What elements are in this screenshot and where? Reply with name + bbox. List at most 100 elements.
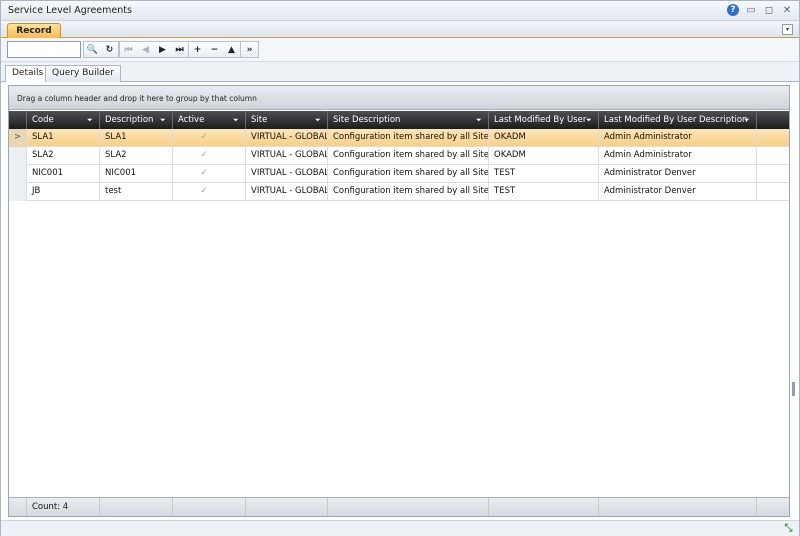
row-indicator[interactable] xyxy=(9,147,27,165)
window: Service Level Agreements ? ▭ ◻ ✕ Record … xyxy=(0,0,800,536)
grid-header-row: Code ⏷ Description ⏷ Active ⏷ Site ⏷ Sit… xyxy=(9,111,789,129)
table-row[interactable]: JB test ✓ VIRTUAL - GLOBAL Configuration… xyxy=(9,183,789,201)
cell-last-modified-by-user[interactable]: TEST xyxy=(489,165,599,183)
column-header-last-modified-by-user-description[interactable]: Last Modified By User Description ⏷ xyxy=(599,111,757,129)
active-checkbox[interactable]: ✓ xyxy=(199,186,209,196)
row-indicator[interactable]: > xyxy=(9,129,27,147)
move-up-icon[interactable]: ▲ xyxy=(223,42,240,57)
cell-last-modified-by-user[interactable]: TEST xyxy=(489,183,599,201)
restore-icon[interactable]: ◻ xyxy=(763,4,775,16)
filter-icon[interactable]: ⏷ xyxy=(315,116,322,124)
tab-details[interactable]: Details xyxy=(5,65,51,83)
cell-active[interactable]: ✓ xyxy=(173,147,246,165)
cell-description[interactable]: SLA2 xyxy=(100,147,173,165)
filter-icon[interactable]: ⏷ xyxy=(87,116,94,124)
column-header-code[interactable]: Code ⏷ xyxy=(27,111,100,129)
cell-site[interactable]: VIRTUAL - GLOBAL xyxy=(246,165,328,183)
cell-site-description[interactable]: Configuration item shared by all Sites. xyxy=(328,129,489,147)
cell-site-description[interactable]: Configuration item shared by all Sites. xyxy=(328,183,489,201)
footer-indicator-cell xyxy=(9,498,27,516)
ribbon-bar: Record ▾ xyxy=(1,21,799,39)
add-record-icon[interactable]: + xyxy=(189,42,206,57)
ribbon-tab-record[interactable]: Record xyxy=(7,23,61,39)
column-header-site-description[interactable]: Site Description ⏷ xyxy=(328,111,489,129)
active-checkbox[interactable]: ✓ xyxy=(199,150,209,160)
first-record-icon[interactable]: ⏮ xyxy=(120,42,137,57)
search-input[interactable] xyxy=(7,41,81,58)
help-icon[interactable]: ? xyxy=(727,4,739,16)
footer-cell xyxy=(599,498,757,516)
filler-header xyxy=(757,111,789,129)
cell-active[interactable]: ✓ xyxy=(173,165,246,183)
row-indicator-header xyxy=(9,111,27,129)
footer-cell xyxy=(246,498,328,516)
footer-cell xyxy=(757,498,789,516)
filler-cell xyxy=(757,147,789,165)
ribbon-menu-chevron-down-icon[interactable]: ▾ xyxy=(782,24,793,35)
search-icon[interactable]: 🔍 xyxy=(84,42,101,57)
filler-cell xyxy=(757,183,789,201)
cell-description[interactable]: SLA1 xyxy=(100,129,173,147)
cell-site-description[interactable]: Configuration item shared by all Sites. xyxy=(328,147,489,165)
more-button-group: » xyxy=(240,41,259,58)
group-by-panel[interactable]: Drag a column header and drop it here to… xyxy=(9,86,789,110)
cell-description[interactable]: test xyxy=(100,183,173,201)
cell-site-description[interactable]: Configuration item shared by all Sites. xyxy=(328,165,489,183)
cell-code[interactable]: SLA2 xyxy=(27,147,100,165)
filter-icon[interactable]: ⏷ xyxy=(476,116,483,124)
cell-site[interactable]: VIRTUAL - GLOBAL xyxy=(246,183,328,201)
table-row[interactable]: > SLA1 SLA1 ✓ VIRTUAL - GLOBAL Configura… xyxy=(9,129,789,147)
next-record-icon[interactable]: ▶ xyxy=(154,42,171,57)
more-options-icon[interactable]: » xyxy=(241,42,258,57)
filter-icon[interactable]: ⏷ xyxy=(744,116,751,124)
cell-code[interactable]: JB xyxy=(27,183,100,201)
last-record-icon[interactable]: ⏭ xyxy=(171,42,188,57)
edit-button-group: + − ▲ xyxy=(188,41,241,58)
active-checkbox[interactable]: ✓ xyxy=(199,168,209,178)
column-header-last-modified-by-user[interactable]: Last Modified By User ⏷ xyxy=(489,111,599,129)
cell-last-modified-by-user[interactable]: OKADM xyxy=(489,147,599,165)
title-bar: Service Level Agreements ? ▭ ◻ ✕ xyxy=(1,1,799,21)
column-header-active[interactable]: Active ⏷ xyxy=(173,111,246,129)
refresh-icon[interactable]: ↻ xyxy=(101,42,118,57)
filter-icon[interactable]: ⏷ xyxy=(160,116,167,124)
column-header-site[interactable]: Site ⏷ xyxy=(246,111,328,129)
tab-query-builder[interactable]: Query Builder xyxy=(45,65,122,82)
data-grid: Drag a column header and drop it here to… xyxy=(8,85,790,517)
tab-content: Drag a column header and drop it here to… xyxy=(1,82,799,520)
cell-code[interactable]: NIC001 xyxy=(27,165,100,183)
filter-icon[interactable]: ⏷ xyxy=(233,116,240,124)
cell-last-modified-by-user-description[interactable]: Administrator Denver xyxy=(599,183,757,201)
footer-cell xyxy=(489,498,599,516)
close-icon[interactable]: ✕ xyxy=(781,4,793,16)
footer-count: Count: 4 xyxy=(27,498,100,516)
cell-code[interactable]: SLA1 xyxy=(27,129,100,147)
table-row[interactable]: SLA2 SLA2 ✓ VIRTUAL - GLOBAL Configurati… xyxy=(9,147,789,165)
table-row[interactable]: NIC001 NIC001 ✓ VIRTUAL - GLOBAL Configu… xyxy=(9,165,789,183)
cell-last-modified-by-user-description[interactable]: Admin Administrator xyxy=(599,147,757,165)
remove-record-icon[interactable]: − xyxy=(206,42,223,57)
filler-cell xyxy=(757,129,789,147)
window-controls: ? ▭ ◻ ✕ xyxy=(727,4,793,16)
active-checkbox[interactable]: ✓ xyxy=(199,132,209,142)
row-indicator[interactable] xyxy=(9,165,27,183)
minimize-icon[interactable]: ▭ xyxy=(745,4,757,16)
resize-grip-icon[interactable]: ⤡ xyxy=(783,523,794,534)
record-toolbar: 🔍 ↻ ⏮ ◀ ▶ ⏭ + − ▲ » xyxy=(1,38,799,62)
cell-site[interactable]: VIRTUAL - GLOBAL xyxy=(246,147,328,165)
cell-active[interactable]: ✓ xyxy=(173,129,246,147)
search-button-group: 🔍 ↻ xyxy=(83,41,119,58)
cell-description[interactable]: NIC001 xyxy=(100,165,173,183)
row-indicator[interactable] xyxy=(9,183,27,201)
filler-cell xyxy=(757,165,789,183)
cell-site[interactable]: VIRTUAL - GLOBAL xyxy=(246,129,328,147)
footer-cell xyxy=(173,498,246,516)
filter-icon[interactable]: ⏷ xyxy=(586,116,593,124)
splitter-handle[interactable] xyxy=(792,382,795,396)
column-header-description[interactable]: Description ⏷ xyxy=(100,111,173,129)
cell-last-modified-by-user-description[interactable]: Admin Administrator xyxy=(599,129,757,147)
cell-active[interactable]: ✓ xyxy=(173,183,246,201)
cell-last-modified-by-user[interactable]: OKADM xyxy=(489,129,599,147)
previous-record-icon[interactable]: ◀ xyxy=(137,42,154,57)
cell-last-modified-by-user-description[interactable]: Administrator Denver xyxy=(599,165,757,183)
